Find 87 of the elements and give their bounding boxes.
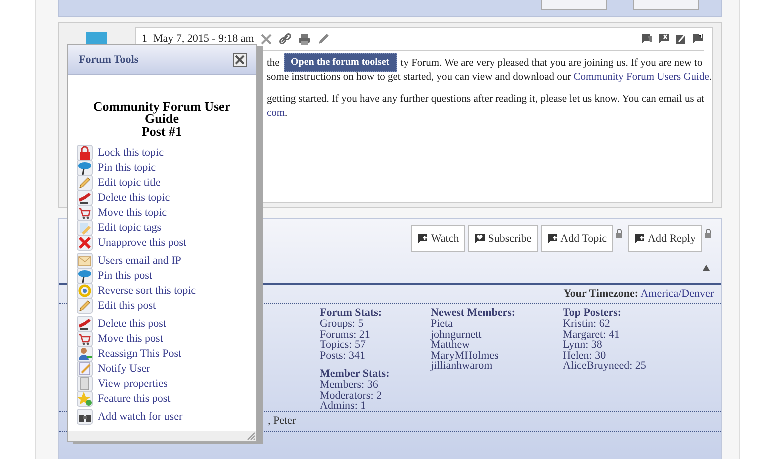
envelope-icon (77, 252, 93, 268)
text-fragment: , Peter (268, 415, 296, 427)
stats-heading: Top Posters: (563, 308, 623, 319)
stats-item: Admins: 1 (320, 401, 368, 412)
stats-item: johngurnett (431, 330, 483, 340)
toolbar-button[interactable]: Add Topic (540, 225, 614, 252)
toolbar-button[interactable]: Subscribe (468, 225, 538, 252)
text-fragment: ty Forum. We are very pleased that you are joining us. If you are new to (400, 58, 703, 69)
up-arrow-icon[interactable] (703, 265, 710, 271)
toolbar-button[interactable]: Add Reply (628, 225, 702, 252)
post-label: Post #1 (140, 125, 184, 138)
report-icon[interactable] (658, 33, 670, 45)
timezone-label: Your Timezone: (564, 288, 639, 300)
reply-icon[interactable] (692, 33, 704, 45)
menu-item[interactable]: Lock this topic (77, 145, 256, 160)
stats-heading: Newest Members: (431, 308, 517, 319)
stats-item: Kristin: 62 (563, 319, 612, 330)
quote-icon[interactable] (641, 33, 653, 45)
pin-icon (77, 268, 93, 284)
menu-item[interactable]: Edit topic title (77, 175, 256, 190)
stats-item: MaryMHolmes (431, 350, 500, 361)
menu-item[interactable]: Pin this post (77, 268, 256, 283)
pin-icon (77, 160, 93, 176)
post-date: May 7, 2015 - 9:18 am (153, 33, 254, 45)
lock-icon (77, 144, 93, 160)
edit-icon[interactable] (675, 33, 687, 45)
menu-item[interactable]: Add watch for user (77, 409, 256, 424)
guide-title: Community Forum User Guide (92, 101, 232, 125)
stats-item: Matthew (431, 340, 470, 350)
stats-item: Lynn: 38 (563, 340, 602, 350)
stats-item: Moderators: 2 (320, 390, 384, 401)
star-icon (77, 390, 93, 406)
stats-item: Members: 36 (320, 380, 380, 390)
toolbar-button[interactable]: Watch (411, 225, 466, 252)
text-fragment: . (709, 72, 712, 83)
text-fragment: getting started. If you have any further questions after reading it, please let us know. You can email us at (266, 94, 705, 105)
menu-item[interactable]: Edit this post (77, 298, 256, 313)
menu-item[interactable]: Delete this post (77, 316, 256, 331)
stats-item: Forums: 21 (320, 330, 372, 340)
cart-icon (77, 330, 93, 346)
menu-item[interactable]: View properties (77, 376, 256, 391)
pencil-icon[interactable] (317, 32, 330, 46)
speech-bubble-icon (474, 232, 486, 244)
stats-item: Pieta (431, 319, 454, 330)
stats-item: Topics: 57 (320, 340, 367, 350)
link[interactable]: Community Forum Users Guide (574, 72, 710, 83)
timezone-value: America/Denver (640, 288, 714, 300)
stats-item: AliceBruyneed: 25 (563, 361, 648, 372)
tag-pencil-icon (77, 220, 93, 236)
close-icon[interactable] (233, 52, 247, 66)
link-icon[interactable] (279, 32, 292, 46)
cart-icon (77, 204, 93, 220)
text-fragment: some instructions on how to get started, you can view and download our (266, 72, 572, 83)
menu-item[interactable]: Unapprove this post (77, 235, 256, 250)
resize-grip-icon[interactable] (247, 432, 256, 441)
text-fragment: . (285, 108, 288, 119)
speech-bubble-icon (417, 232, 430, 244)
menu-item[interactable]: Notify User (77, 361, 256, 376)
binoculars-icon (77, 408, 93, 424)
link[interactable]: com (266, 108, 286, 119)
stats-heading: Member Stats: (320, 369, 391, 380)
menu-item[interactable]: Move this post (77, 331, 256, 346)
print-icon[interactable] (298, 32, 312, 46)
pencil-icon (77, 174, 93, 190)
menu-item[interactable]: Delete this topic (77, 190, 256, 205)
cross-icon (77, 234, 93, 250)
menu-item[interactable]: Feature this post (77, 391, 256, 406)
stats-item: Margaret: 41 (563, 330, 621, 340)
stats-item: Posts: 341 (320, 350, 367, 361)
speech-bubble-icon (546, 232, 559, 244)
panel-title: Forum Tools (79, 54, 139, 66)
menu-item[interactable]: Pin this topic (77, 160, 256, 175)
menu-item[interactable]: Move this topic (77, 205, 256, 220)
menu-item[interactable]: Edit topic tags (77, 220, 256, 235)
speech-bubble-icon (634, 232, 646, 244)
tooltip: Open the forum toolset (284, 53, 397, 72)
stats-item: Helen: 30 (563, 350, 606, 361)
post-number: 1 (142, 33, 148, 45)
stats-heading: Forum Stats: (320, 308, 384, 319)
menu-item[interactable]: Reverse sort this topic (77, 283, 256, 298)
stats-item: Groups: 5 (320, 319, 365, 330)
document-icon (77, 376, 93, 392)
stats-item: jillianhwarom (431, 361, 493, 372)
text-fragment: the (266, 58, 280, 69)
menu-item[interactable]: Users email and IP (77, 253, 256, 268)
pencil-icon (77, 298, 93, 314)
menu-item[interactable]: Reassign This Post (77, 346, 256, 361)
